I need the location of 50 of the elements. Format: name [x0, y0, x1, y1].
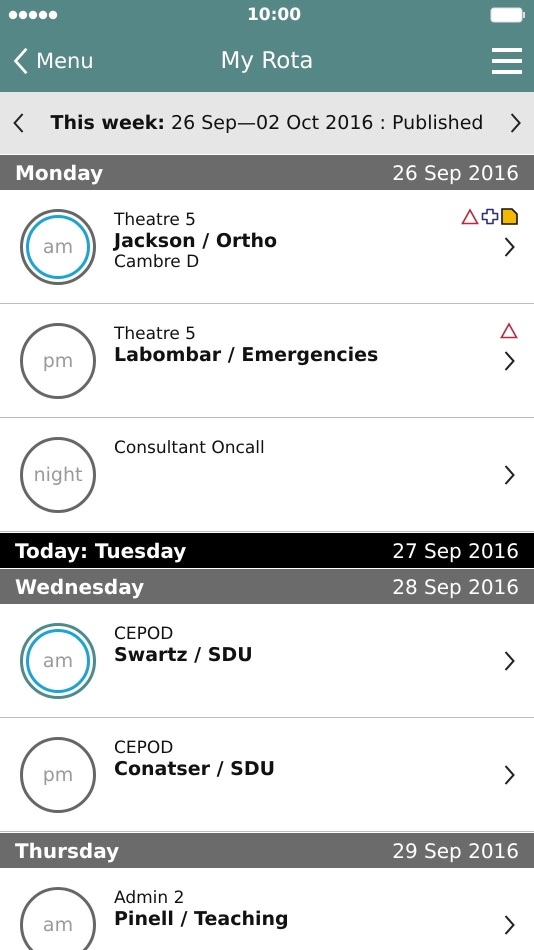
period-label: am [42, 236, 74, 258]
period-label: pm [42, 350, 74, 372]
shift-location: Theatre 5 [114, 210, 196, 230]
period-label: am [42, 914, 74, 936]
shift-person: Cambre D [114, 252, 200, 272]
chevron-right-icon [503, 464, 516, 486]
warning-triangle-icon [500, 322, 518, 339]
previous-week-button[interactable] [12, 112, 26, 134]
signal-icon [8, 10, 58, 20]
chevron-right-icon [503, 650, 516, 672]
period-label: am [42, 650, 74, 672]
status-time: 10:00 [246, 5, 302, 25]
period-label: pm [42, 764, 74, 786]
day-name: Monday [15, 160, 104, 184]
back-button[interactable]: Menu [12, 46, 94, 76]
day-date: 26 Sep 2016 [392, 160, 519, 184]
shift-title: Labombar / Emergencies [114, 344, 378, 366]
cross-outline-icon [481, 208, 499, 225]
day-name: Today: Tuesday [15, 538, 186, 562]
shift-title: Swartz / SDU [114, 644, 253, 666]
shift-row[interactable]: am Theatre 5 Jackson / Ortho Cambre D [0, 190, 534, 304]
shift-row[interactable]: pm Theatre 5 Labombar / Emergencies [0, 304, 534, 418]
chevron-right-icon [503, 914, 516, 936]
note-icon [501, 208, 518, 225]
day-date: 29 Sep 2016 [392, 838, 519, 862]
shift-location: CEPOD [114, 738, 174, 758]
menu-icon[interactable] [492, 47, 522, 75]
week-range: This week: 26 Sep—02 Oct 2016 : Published [50, 112, 484, 134]
warning-triangle-icon [461, 208, 479, 225]
chevron-right-icon [503, 350, 516, 372]
shift-row[interactable]: am Admin 2 Pinell / Teaching [0, 868, 534, 950]
battery-icon [490, 7, 526, 23]
day-name: Wednesday [15, 574, 144, 598]
period-label: night [34, 464, 82, 486]
shift-title: Pinell / Teaching [114, 908, 289, 930]
chevron-right-icon [503, 764, 516, 786]
shift-title: Conatser / SDU [114, 758, 276, 780]
chevron-right-icon [503, 236, 516, 258]
shift-location: CEPOD [114, 624, 174, 644]
day-date: 28 Sep 2016 [392, 574, 519, 598]
shift-title: Jackson / Ortho [114, 230, 278, 252]
day-date: 27 Sep 2016 [392, 538, 519, 562]
shift-location: Theatre 5 [114, 324, 196, 344]
chevron-left-icon [12, 46, 30, 76]
day-name: Thursday [15, 838, 120, 862]
shift-location: Consultant Oncall [114, 438, 265, 458]
shift-location: Admin 2 [114, 888, 184, 908]
shift-row[interactable]: am CEPOD Swartz / SDU [0, 604, 534, 718]
next-week-button[interactable] [508, 112, 522, 134]
nav-title: My Rota [220, 48, 314, 74]
